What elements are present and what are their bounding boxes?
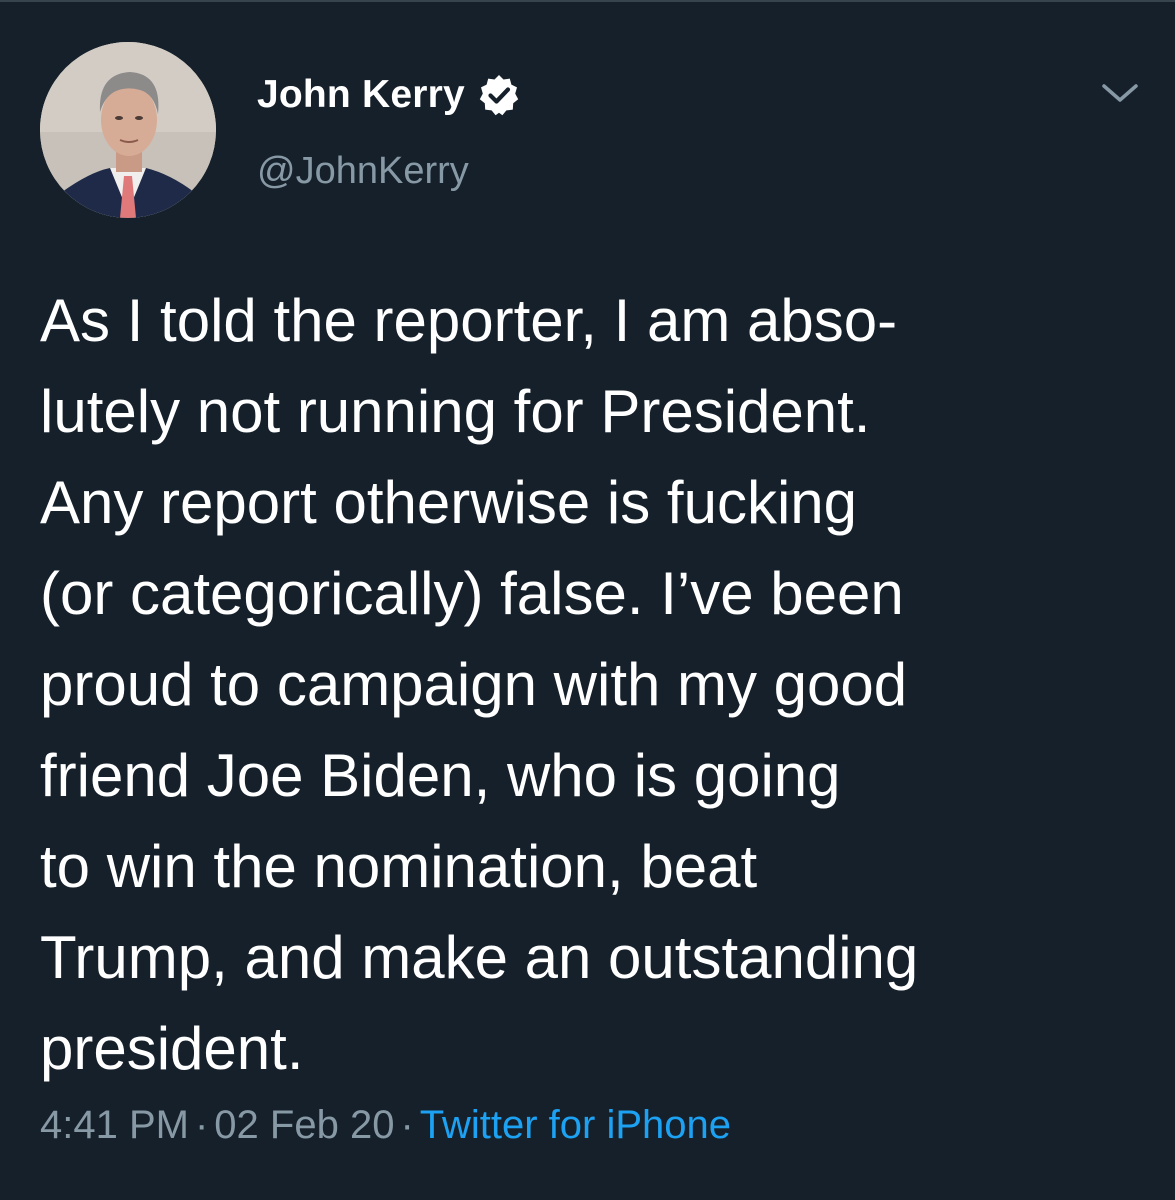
username-handle[interactable]: @JohnKerry [257,150,469,193]
display-name[interactable]: John Kerry [257,73,465,117]
top-divider [0,0,1175,2]
tweet-text-line: Trump, and make an outstanding [40,924,919,991]
tweet-text: As I told the reporter, I am abso- lutel… [40,275,1150,1094]
tweet-time[interactable]: 4:41 PM [40,1103,189,1147]
author-name-row[interactable]: John Kerry [257,70,521,120]
tweet-text-line: proud to campaign with my good [40,651,908,718]
tweet-source-link[interactable]: Twitter for iPhone [420,1103,731,1147]
tweet-text-line: to win the nomination, beat [40,833,758,900]
tweet-date[interactable]: 02 Feb 20 [214,1103,394,1147]
avatar[interactable] [40,42,216,218]
tweet-text-line: president. [40,1015,304,1082]
chevron-down-icon[interactable] [1098,76,1142,108]
tweet-text-line: friend Joe Biden, who is going [40,742,841,809]
tweet-text-line: As I told the reporter, I am abso- [40,287,898,354]
tweet-text-line: (or categorically) false. I’ve been [40,560,904,627]
tweet-card: John Kerry @JohnKerry As I told the repo… [0,0,1175,1200]
separator-dot: · [400,1103,414,1147]
verified-badge-icon [477,73,521,117]
person-photo-avatar [40,42,216,218]
tweet-text-line: Any report otherwise is fucking [40,469,858,536]
tweet-text-line: lutely not running for President. [40,378,871,445]
tweet-metadata: 4:41 PM · 02 Feb 20 · Twitter for iPhone [40,1103,731,1148]
separator-dot: · [194,1103,209,1147]
